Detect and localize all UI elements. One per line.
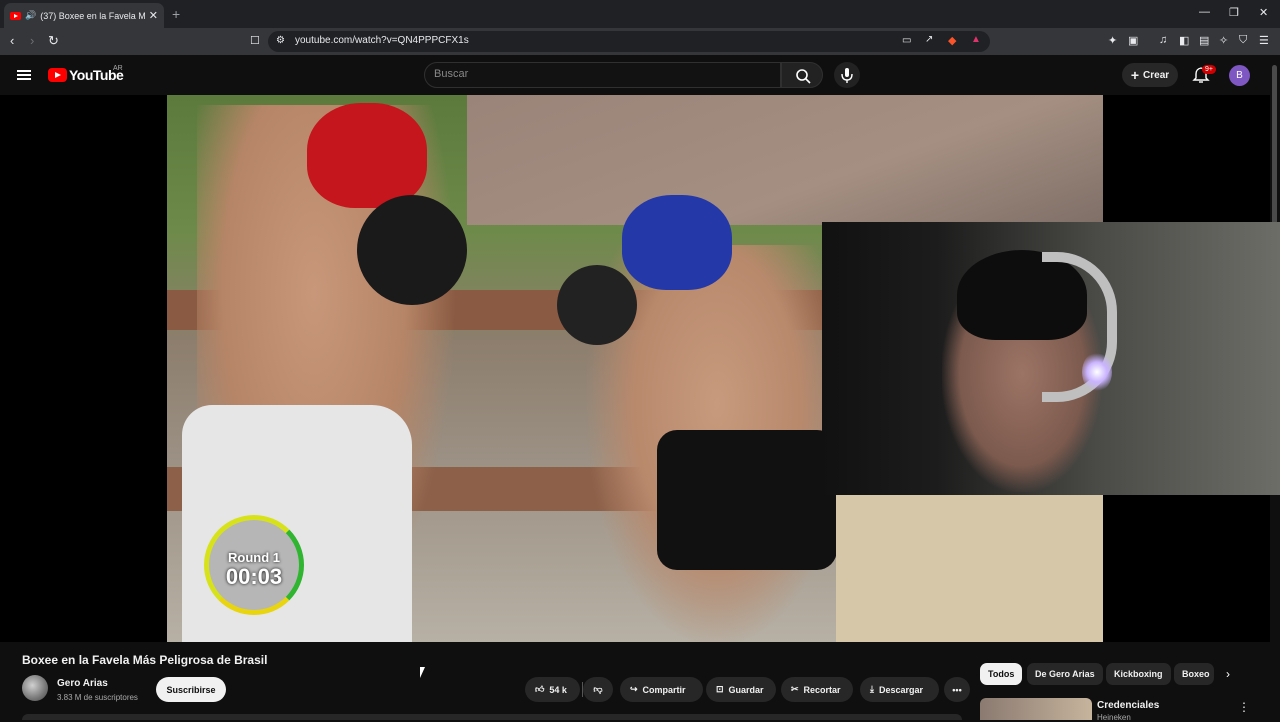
chip-de-gero-arias[interactable]: De Gero Arias	[1027, 663, 1103, 685]
round-label: Round 1	[228, 550, 280, 565]
page-scrollbar[interactable]	[1272, 65, 1277, 225]
share-icon: ↪	[630, 684, 638, 694]
microphone-icon	[841, 68, 853, 83]
minimize-button[interactable]: —	[1199, 6, 1210, 18]
more-vertical-icon[interactable]: ⋮	[1238, 700, 1250, 714]
download-icon: ⤓	[870, 684, 874, 694]
chip-boxeo[interactable]: Boxeo	[1174, 663, 1214, 685]
create-button[interactable]: + Crear	[1122, 63, 1178, 87]
description-box[interactable]	[22, 714, 962, 720]
search-input[interactable]	[424, 62, 781, 88]
scissors-icon: ✂	[791, 684, 799, 694]
new-tab-button[interactable]: +	[172, 6, 180, 22]
mouse-cursor	[420, 667, 425, 678]
black-shorts	[657, 430, 837, 570]
plus-icon: +	[1130, 67, 1140, 83]
round-time: 00:03	[225, 564, 283, 589]
like-button[interactable]: 👍︎ 54 k	[525, 677, 580, 702]
subscribe-button[interactable]: Suscribirse	[156, 677, 226, 702]
dislike-button[interactable]: 👎︎	[583, 677, 613, 702]
search-button[interactable]	[781, 62, 823, 88]
back-button[interactable]: ‹	[10, 33, 14, 48]
browser-tab-bar: 🔊 (37) Boxee en la Favela Más P ✕ + — ❐ …	[0, 0, 1280, 28]
download-label: Descargar	[878, 684, 924, 695]
black-glove-right	[557, 265, 637, 345]
webcam-overlay	[822, 222, 1280, 495]
recommendation-title[interactable]: Credenciales	[1097, 700, 1159, 711]
notifications-badge: 9+	[1202, 65, 1216, 74]
url-text: youtube.com/watch?v=QN4PPPCFX1s	[295, 35, 469, 46]
menu-icon[interactable]: ☰	[1259, 34, 1269, 47]
hamburger-menu-icon[interactable]	[17, 70, 31, 80]
vpn-icon[interactable]: ⛉	[1239, 34, 1247, 47]
channel-avatar[interactable]	[22, 675, 48, 701]
search-placeholder: Buscar	[434, 68, 469, 80]
create-label: Crear	[1143, 69, 1170, 81]
chip-kickboxing[interactable]: Kickboxing	[1106, 663, 1171, 685]
recommendation-thumbnail[interactable]	[980, 698, 1092, 720]
search-icon	[796, 69, 811, 84]
download-button[interactable]: ⤓ Descargar	[860, 677, 939, 702]
brave-shield-icon[interactable]: ◆	[948, 34, 956, 47]
headset-light	[1082, 352, 1112, 392]
red-headgear	[307, 103, 427, 208]
share-page-icon[interactable]: ↗	[925, 34, 933, 45]
save-label: Guardar	[728, 684, 764, 695]
browser-tab-active[interactable]: 🔊 (37) Boxee en la Favela Más P ✕	[4, 3, 164, 28]
rock-background	[467, 95, 1103, 225]
maximize-button[interactable]: ❐	[1229, 6, 1239, 19]
youtube-favicon-icon	[10, 11, 21, 20]
channel-name[interactable]: Gero Arias	[57, 678, 108, 689]
close-window-button[interactable]: ✕	[1259, 6, 1268, 19]
wall-background	[836, 495, 1103, 642]
thumbs-down-icon: 👎︎	[593, 684, 603, 694]
close-tab-icon[interactable]: ✕	[149, 9, 158, 22]
forward-button[interactable]: ›	[30, 33, 34, 48]
share-label: Compartir	[642, 684, 686, 695]
reload-button[interactable]: ↻	[48, 33, 59, 49]
site-info-icon[interactable]: ⚙	[276, 35, 285, 46]
subscriber-count: 3.83 M de suscriptores	[57, 693, 138, 702]
bookmark-save-icon: ⊡	[716, 684, 724, 694]
sidebar-icon[interactable]: ◧	[1179, 34, 1189, 47]
bookmark-icon[interactable]: ☐	[250, 34, 260, 47]
region-code: AR	[113, 65, 123, 72]
clip-button[interactable]: ✂ Recortar	[781, 677, 853, 702]
speaker-icon[interactable]: 🔊	[25, 10, 36, 21]
extensions-icon[interactable]: ✦	[1108, 34, 1117, 47]
more-actions-button[interactable]: •••	[944, 677, 970, 702]
black-glove	[357, 195, 467, 305]
video-title: Boxee en la Favela Más Peligrosa de Bras…	[22, 653, 268, 667]
round-timer-overlay: Round 1 00:03	[204, 515, 304, 615]
clip-label: Recortar	[803, 684, 841, 695]
leo-ai-icon[interactable]: ✧	[1219, 34, 1228, 47]
wallet-icon[interactable]: ▤	[1199, 34, 1209, 47]
white-shorts	[182, 405, 412, 642]
chip-todos[interactable]: Todos	[980, 663, 1023, 685]
tab-title: (37) Boxee en la Favela Más P	[40, 10, 145, 21]
more-horizontal-icon: •••	[952, 684, 962, 695]
blue-headgear	[622, 195, 732, 290]
thumbs-up-icon: 👍︎	[535, 684, 545, 694]
brave-rewards-icon[interactable]: ▲	[971, 34, 981, 45]
share-button[interactable]: ↪ Compartir	[620, 677, 703, 702]
media-icon[interactable]: ♫	[1159, 34, 1167, 46]
voice-search-button[interactable]	[834, 62, 860, 88]
youtube-logo-icon[interactable]	[48, 68, 67, 82]
screenshot-icon[interactable]: ▣	[1128, 34, 1138, 47]
chips-next-arrow-icon[interactable]: ›	[1226, 667, 1230, 681]
save-button[interactable]: ⊡ Guardar	[706, 677, 776, 702]
account-avatar[interactable]: B	[1229, 65, 1250, 86]
like-count: 54 k	[549, 684, 567, 695]
recommendation-channel[interactable]: Heineken	[1097, 713, 1131, 722]
cast-icon[interactable]: ▭	[902, 35, 911, 46]
